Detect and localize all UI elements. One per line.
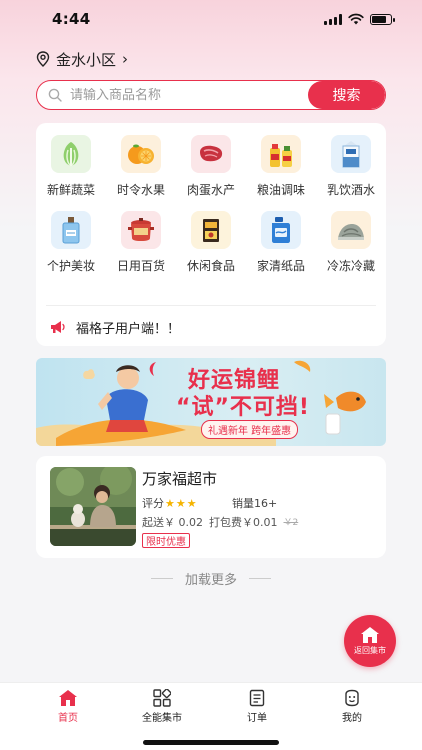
divider: [46, 305, 376, 306]
category-item-daily-goods[interactable]: 日用百货: [106, 211, 176, 274]
tab-label: 全能集市: [142, 713, 182, 724]
banner-subtitle: “试”不可挡!: [176, 395, 310, 420]
location-name: 金水小区: [56, 50, 117, 69]
shop-name: 万家福超市: [142, 470, 218, 488]
meat-icon: [191, 135, 231, 173]
tab-market[interactable]: 全能集市: [122, 689, 202, 724]
status-time: 4:44: [52, 10, 91, 28]
orange-icon: [121, 135, 161, 173]
snack-box-icon: [191, 211, 231, 249]
category-item-frozen[interactable]: 冷冻冷藏: [316, 211, 386, 274]
notice-bar[interactable]: 福格子用户端！！: [50, 316, 180, 338]
load-more[interactable]: 加载更多: [0, 568, 422, 588]
detergent-icon: [261, 211, 301, 249]
star-icon: ★: [165, 496, 175, 510]
shop-card[interactable]: 万家福超市 评分 ★ ★ ★ 销量16+ 起送￥ 0.02 打包费￥0.01 ￥…: [36, 456, 386, 558]
min-order: 起送￥ 0.02: [142, 516, 203, 529]
location-selector[interactable]: 金水小区 ›: [36, 48, 128, 70]
category-label: 乳饮酒水: [326, 183, 375, 197]
category-label: 粮油调味: [256, 183, 305, 197]
tab-label: 我的: [342, 713, 362, 724]
packing-fee: 打包费￥0.01: [209, 516, 278, 529]
pot-icon: [121, 211, 161, 249]
search-input[interactable]: [70, 87, 308, 103]
category-item-vegetables[interactable]: 新鲜蔬菜: [36, 135, 106, 198]
category-label: 肉蛋水产: [186, 183, 235, 197]
divider: [150, 577, 173, 579]
category-label: 冷冻冷藏: [326, 259, 375, 273]
category-label: 家清纸品: [256, 259, 305, 273]
tab-profile[interactable]: 我的: [312, 689, 392, 724]
category-label: 个护美妆: [46, 259, 95, 273]
frozen-food-icon: [331, 211, 371, 249]
search-button[interactable]: 搜索: [308, 81, 385, 109]
status-icons: [324, 13, 395, 25]
original-price: ￥2: [283, 518, 299, 528]
profile-icon: [345, 689, 359, 707]
category-item-drinks[interactable]: 乳饮酒水: [316, 135, 386, 198]
home-icon: [59, 690, 77, 706]
category-label: 日用百货: [116, 259, 165, 273]
category-item-fruits[interactable]: 时令水果: [106, 135, 176, 198]
shop-image: [50, 467, 136, 546]
category-item-beauty[interactable]: 个护美妆: [36, 211, 106, 274]
location-pin-icon: [36, 51, 50, 67]
tab-label: 订单: [247, 713, 267, 724]
category-label: 时令水果: [116, 183, 165, 197]
category-grid: 新鲜蔬菜 时令水果 肉蛋水产 粮油调味 乳饮酒水 个护美妆 日用百货 休闲食品 …: [36, 135, 386, 274]
back-to-market-button[interactable]: 返回集市: [344, 615, 396, 667]
perfume-icon: [51, 211, 91, 249]
vegetable-icon: [51, 135, 91, 173]
banner-tag: 礼遇新年 跨年盛惠: [201, 420, 299, 439]
tab-home[interactable]: 首页: [28, 689, 108, 724]
home-icon: [361, 627, 379, 643]
category-item-snacks[interactable]: 休闲食品: [176, 211, 246, 274]
cellular-signal-icon: [324, 13, 342, 25]
grid-icon: [153, 689, 171, 707]
category-card: 新鲜蔬菜 时令水果 肉蛋水产 粮油调味 乳饮酒水 个护美妆 日用百货 休闲食品 …: [36, 123, 386, 346]
shop-prices: 起送￥ 0.02 打包费￥0.01 ￥2: [142, 514, 298, 530]
category-item-meat[interactable]: 肉蛋水产: [176, 135, 246, 198]
tab-orders[interactable]: 订单: [217, 689, 297, 724]
category-item-grain-oil[interactable]: 粮油调味: [246, 135, 316, 198]
search-icon: [48, 88, 62, 102]
megaphone-icon: [51, 321, 65, 333]
order-icon: [249, 689, 265, 707]
category-label: 新鲜蔬菜: [46, 183, 95, 197]
search-bar: 搜索: [36, 80, 386, 110]
load-more-label: 加载更多: [184, 572, 237, 588]
shop-rating: 评分 ★ ★ ★: [142, 495, 197, 511]
status-bar: 4:44: [0, 0, 422, 38]
category-label: 休闲食品: [186, 259, 235, 273]
shop-sales: 销量16+: [232, 497, 278, 510]
oil-bottle-icon: [261, 135, 301, 173]
star-icon: ★: [186, 496, 197, 510]
milk-carton-icon: [331, 135, 371, 173]
star-icon: ★: [175, 496, 186, 510]
wifi-icon: [348, 13, 364, 25]
category-item-cleaning-paper[interactable]: 家清纸品: [246, 211, 316, 274]
home-indicator[interactable]: [143, 740, 279, 745]
promo-banner[interactable]: 好运锦鲤 “试”不可挡! 礼遇新年 跨年盛惠: [36, 358, 386, 446]
notice-text: 福格子用户端！！: [76, 321, 181, 337]
divider: [249, 577, 271, 579]
chevron-right-icon: ›: [122, 50, 129, 68]
promo-badge: 限时优惠: [142, 533, 190, 548]
rating-label: 评分: [142, 497, 164, 510]
tab-label: 首页: [58, 713, 78, 724]
battery-icon: [370, 13, 395, 25]
back-to-market-label: 返回集市: [354, 646, 386, 655]
